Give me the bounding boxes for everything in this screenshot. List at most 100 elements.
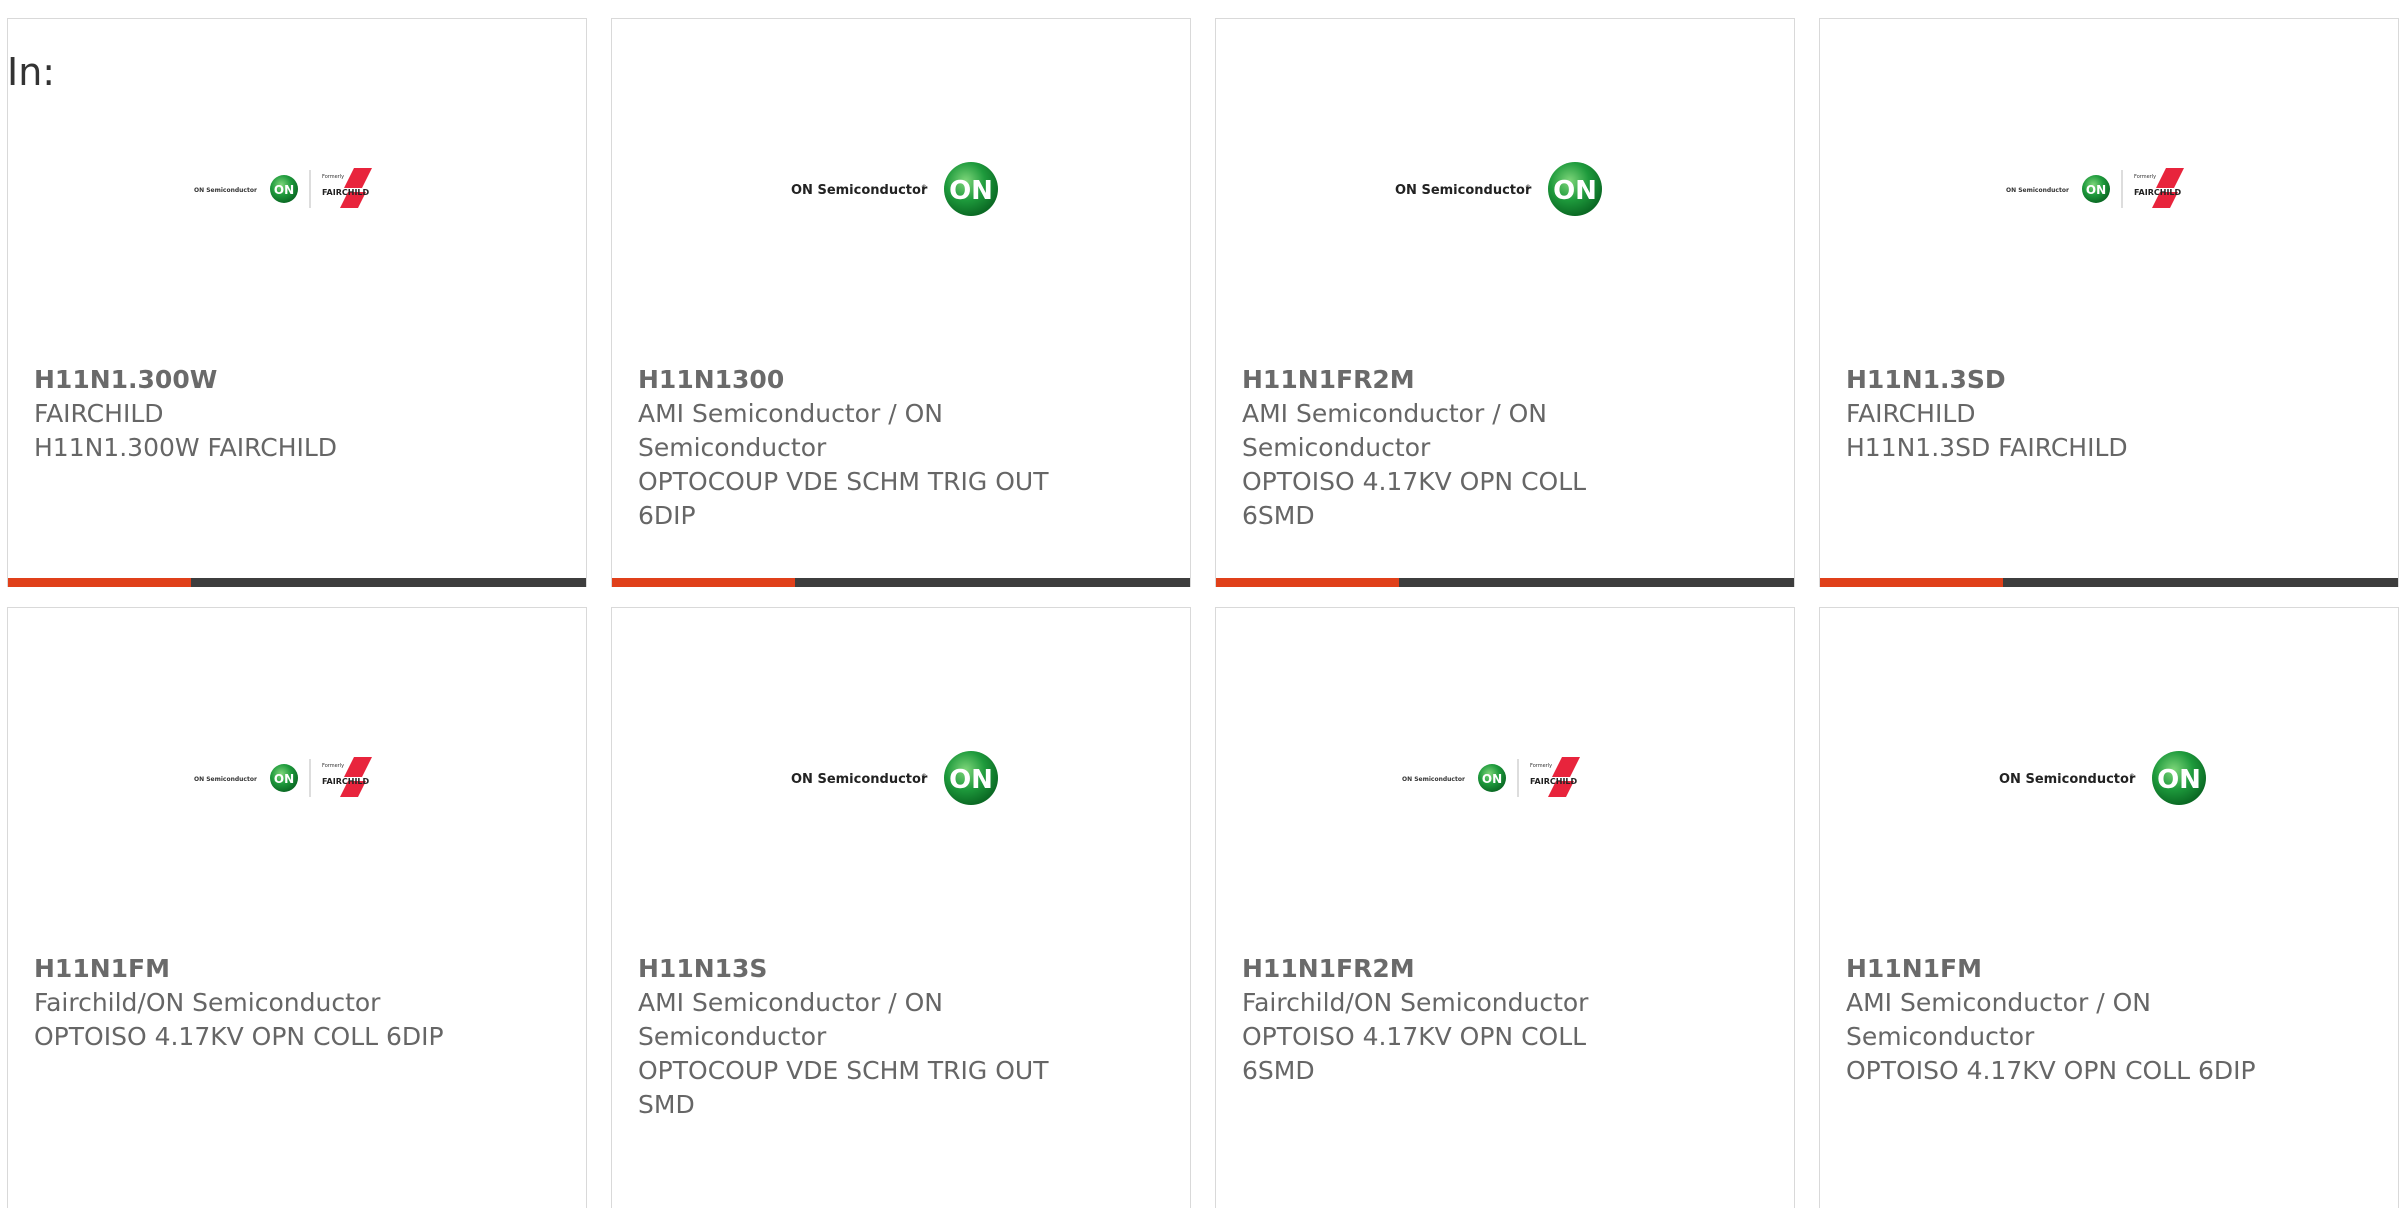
part-number[interactable]: H11N1FM (34, 952, 504, 986)
svg-text:®: ® (2129, 773, 2135, 780)
part-description: Semiconductor (638, 433, 827, 462)
part-description: OPTOISO 4.17KV OPN COLL 6DIP (1846, 1056, 2256, 1085)
svg-text:ON Semiconductor: ON Semiconductor (194, 776, 257, 783)
on-fairchild-logo: ON Semiconductor ON Formerly FAIRCHILD (194, 757, 372, 797)
filter-label: In: (7, 50, 56, 94)
product-card[interactable]: ON Semiconductor ON Formerly FAIRCHILD H11N1… (1215, 607, 1795, 1208)
part-info: H11N1.3SD FAIRCHILD H11N1.3SD FAIRCHILD (1846, 363, 2316, 465)
part-description: 6SMD (1242, 501, 1315, 530)
manufacturer-logo: ON Semiconductor ® ON (612, 139, 1190, 239)
part-description: Semiconductor (1846, 1022, 2035, 1051)
svg-text:ON Semiconductor: ON Semiconductor (1999, 772, 2136, 787)
manufacturer-logo: ON Semiconductor ® ON (612, 728, 1190, 828)
svg-text:ON Semiconductor: ON Semiconductor (791, 183, 928, 198)
svg-text:ON Semiconductor: ON Semiconductor (1395, 183, 1532, 198)
card-accent-bar (612, 578, 1190, 587)
svg-text:®: ® (921, 773, 927, 780)
part-number[interactable]: H11N1300 (638, 363, 1108, 397)
part-description: H11N1.3SD FAIRCHILD (1846, 433, 2128, 462)
part-description: Semiconductor (1242, 433, 1431, 462)
svg-text:ON: ON (1553, 176, 1597, 206)
part-description: OPTOISO 4.17KV OPN COLL 6DIP (34, 1022, 444, 1051)
svg-text:®: ® (921, 184, 927, 191)
svg-text:ON: ON (949, 176, 993, 206)
manufacturer-logo: ON Semiconductor ON Formerly FAIRCHILD (8, 728, 586, 828)
card-accent-highlight (1820, 578, 2003, 587)
product-card[interactable]: ON Semiconductor ON Formerly FAIRCHILD H11N1… (7, 18, 587, 587)
manufacturer-logo: ON Semiconductor ® ON (1820, 728, 2398, 828)
svg-text:FAIRCHILD: FAIRCHILD (1530, 777, 1578, 786)
svg-text:ON: ON (2086, 183, 2106, 197)
svg-text:ON Semiconductor: ON Semiconductor (2006, 187, 2069, 194)
svg-text:®: ® (1525, 184, 1531, 191)
product-card[interactable]: ON Semiconductor ® ON H11N1FR2M AMI Semicond… (1215, 18, 1795, 587)
manufacturer-logo: ON Semiconductor ON Formerly FAIRCHILD (1820, 139, 2398, 239)
svg-text:ON: ON (2157, 765, 2201, 795)
svg-text:Formerly: Formerly (322, 763, 344, 769)
manufacturer-name: FAIRCHILD (1846, 399, 1976, 428)
part-description: OPTOISO 4.17KV OPN COLL (1242, 1022, 1587, 1051)
part-info: H11N1FR2M Fairchild/ON Semiconductor OPTOI… (1242, 952, 1712, 1088)
manufacturer-logo: ON Semiconductor ON Formerly FAIRCHILD (1216, 728, 1794, 828)
part-number[interactable]: H11N1.300W (34, 363, 504, 397)
svg-text:ON: ON (1482, 772, 1502, 786)
part-description: 6SMD (1242, 1056, 1315, 1085)
part-description: OPTOCOUP VDE SCHM TRIG OUT (638, 467, 1049, 496)
part-number[interactable]: H11N1FR2M (1242, 363, 1712, 397)
manufacturer-name: AMI Semiconductor / ON (638, 988, 943, 1017)
svg-text:Formerly: Formerly (2134, 174, 2156, 180)
svg-text:ON Semiconductor: ON Semiconductor (1402, 776, 1465, 783)
card-accent-highlight (612, 578, 795, 587)
part-number[interactable]: H11N1FR2M (1242, 952, 1712, 986)
card-accent-highlight (1216, 578, 1399, 587)
manufacturer-name: AMI Semiconductor / ON (1242, 399, 1547, 428)
card-accent-bar (8, 578, 586, 587)
part-description: OPTOISO 4.17KV OPN COLL (1242, 467, 1587, 496)
product-card[interactable]: ON Semiconductor ® ON H11N1300 AMI Semicondu… (611, 18, 1191, 587)
manufacturer-name: FAIRCHILD (34, 399, 164, 428)
part-description: H11N1.300W FAIRCHILD (34, 433, 338, 462)
product-card[interactable]: ON Semiconductor ON Formerly FAIRCHILD H11N1… (7, 607, 587, 1208)
svg-text:Formerly: Formerly (1530, 763, 1552, 769)
manufacturer-logo: ON Semiconductor ON Formerly FAIRCHILD (8, 139, 586, 239)
part-info: H11N1FR2M AMI Semiconductor / ON Semicondu… (1242, 363, 1712, 533)
svg-text:ON: ON (949, 765, 993, 795)
part-description: OPTOCOUP VDE SCHM TRIG OUT (638, 1056, 1049, 1085)
on-semiconductor-logo: ON Semiconductor® ON (1395, 162, 1602, 216)
part-number[interactable]: H11N13S (638, 952, 1108, 986)
manufacturer-name: AMI Semiconductor / ON (638, 399, 943, 428)
svg-text:ON Semiconductor: ON Semiconductor (791, 772, 928, 787)
on-semiconductor-logo: ON Semiconductor® ON (1999, 751, 2206, 805)
svg-text:ON Semiconductor: ON Semiconductor (194, 187, 257, 194)
svg-text:FAIRCHILD: FAIRCHILD (322, 777, 370, 786)
part-info: H11N13S AMI Semiconductor / ON Semiconduct… (638, 952, 1108, 1122)
product-card[interactable]: ON Semiconductor ® ON H11N1FM AMI Semiconduc… (1819, 607, 2399, 1208)
part-info: H11N1.300W FAIRCHILD H11N1.300W FAIRCHILD (34, 363, 504, 465)
part-info: H11N1300 AMI Semiconductor / ON Semiconduc… (638, 363, 1108, 533)
on-fairchild-logo: ON Semiconductor ON Formerly FAIRCHILD (194, 168, 372, 208)
part-number[interactable]: H11N1.3SD (1846, 363, 2316, 397)
manufacturer-name: AMI Semiconductor / ON (1846, 988, 2151, 1017)
part-info: H11N1FM AMI Semiconductor / ON Semiconduct… (1846, 952, 2316, 1088)
part-description: Semiconductor (638, 1022, 827, 1051)
card-accent-bar (1216, 578, 1794, 587)
on-semiconductor-logo: ON Semiconductor® ON (791, 751, 998, 805)
svg-text:FAIRCHILD: FAIRCHILD (322, 188, 370, 197)
part-number[interactable]: H11N1FM (1846, 952, 2316, 986)
product-grid: ON Semiconductor ON Formerly FAIRCHILD H11N1… (7, 18, 2400, 1208)
on-fairchild-logo: ON Semiconductor ON Formerly FAIRCHILD (1402, 757, 1580, 797)
part-description: SMD (638, 1090, 695, 1119)
part-description: 6DIP (638, 501, 696, 530)
part-info: H11N1FM Fairchild/ON Semiconductor OPTOISO… (34, 952, 504, 1054)
manufacturer-name: Fairchild/ON Semiconductor (1242, 988, 1589, 1017)
svg-text:ON: ON (274, 183, 294, 197)
card-accent-bar (1820, 578, 2398, 587)
svg-text:FAIRCHILD: FAIRCHILD (2134, 188, 2182, 197)
product-card[interactable]: ON Semiconductor ON Formerly FAIRCHILD H11N1… (1819, 18, 2399, 587)
product-card[interactable]: ON Semiconductor ® ON H11N13S AMI Semiconduc… (611, 607, 1191, 1208)
manufacturer-logo: ON Semiconductor ® ON (1216, 139, 1794, 239)
svg-text:ON: ON (274, 772, 294, 786)
on-semiconductor-logo: ON Semiconductor® ON (791, 162, 998, 216)
svg-text:Formerly: Formerly (322, 174, 344, 180)
manufacturer-name: Fairchild/ON Semiconductor (34, 988, 381, 1017)
